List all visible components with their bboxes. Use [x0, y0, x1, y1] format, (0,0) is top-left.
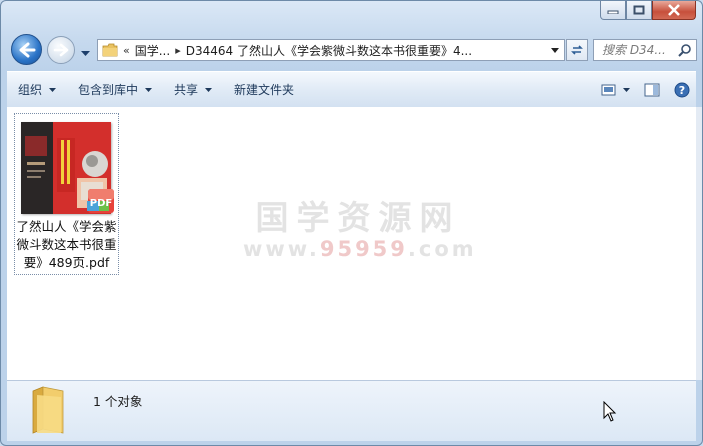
explorer-window: « 国学... ▸ D34464 了然山人《学会紫微斗数这本书很重要》4... …	[0, 0, 703, 446]
organize-label: 组织	[18, 83, 43, 97]
file-name-label: 了然山人《学会紫微斗数这本书很重要》489页.pdf	[16, 219, 117, 270]
breadcrumb-item-guoxue[interactable]: 国学...	[135, 42, 170, 59]
item-count: 1 个对象	[93, 394, 143, 409]
new-folder-label: 新建文件夹	[234, 83, 295, 97]
refresh-icon	[571, 45, 583, 55]
navigation-bar: « 国学... ▸ D34464 了然山人《学会紫微斗数这本书很重要》4...	[7, 31, 697, 69]
share-label: 共享	[174, 83, 199, 97]
toolbar-right: ?	[587, 72, 690, 107]
help-icon: ?	[674, 82, 690, 97]
close-button[interactable]	[652, 1, 696, 20]
help-button[interactable]: ?	[674, 82, 690, 98]
watermark-url-prefix: www.	[243, 237, 320, 261]
organize-menu[interactable]: 组织	[7, 72, 67, 107]
pdf-icon: PDF	[87, 189, 114, 213]
chevron-down-icon	[205, 87, 213, 92]
preview-pane-button[interactable]	[644, 83, 660, 97]
back-button[interactable]	[11, 34, 42, 65]
chevron-down-icon	[49, 87, 57, 92]
chevron-down-icon	[623, 87, 630, 92]
chevron-down-icon	[81, 51, 90, 56]
share-menu[interactable]: 共享	[163, 72, 223, 107]
address-bar[interactable]: « 国学... ▸ D34464 了然山人《学会紫微斗数这本书很重要》4...	[97, 39, 565, 61]
forward-arrow-icon	[53, 43, 69, 57]
refresh-button[interactable]	[566, 39, 588, 61]
search-input[interactable]	[600, 42, 682, 58]
folder-icon	[102, 43, 118, 57]
breadcrumb-separator-icon[interactable]: ▸	[175, 44, 181, 57]
mouse-pointer-icon	[603, 401, 617, 422]
file-item[interactable]: PDF 了然山人《学会紫微斗数这本书很重要》489页.pdf	[14, 113, 119, 275]
search-icon[interactable]	[678, 43, 692, 57]
include-in-library-menu[interactable]: 包含到库中	[67, 72, 163, 107]
view-options-icon	[601, 84, 616, 95]
command-bar: 组织 包含到库中 共享 新建文件夹 ?	[7, 71, 696, 108]
content-edge	[696, 107, 702, 380]
breadcrumb-item-current[interactable]: D34464 了然山人《学会紫微斗数这本书很重要》4...	[186, 42, 472, 59]
preview-pane-icon	[644, 83, 660, 96]
details-pane: 1 个对象	[7, 380, 696, 441]
folder-icon	[32, 386, 64, 434]
maximize-icon	[633, 5, 645, 15]
address-dropdown-button[interactable]	[546, 40, 564, 60]
caption-buttons	[600, 1, 696, 21]
chevron-down-icon	[551, 47, 559, 53]
pdf-badge-label: PDF	[90, 198, 112, 209]
search-box[interactable]	[593, 39, 697, 61]
include-in-library-label: 包含到库中	[78, 83, 139, 97]
watermark-url-num: 95959	[319, 237, 408, 261]
minimize-button[interactable]	[600, 1, 626, 20]
maximize-button[interactable]	[626, 1, 652, 20]
watermark-url-suffix: .com	[407, 237, 477, 261]
file-list[interactable]: 国学资源网 www.95959.com PDF 了然山人《学会紫微斗数这本书很重…	[7, 107, 696, 380]
view-options-button[interactable]	[601, 84, 630, 96]
forward-button[interactable]	[47, 36, 75, 64]
svg-text:?: ?	[679, 84, 685, 97]
recent-pages-button[interactable]	[81, 46, 90, 60]
watermark-title: 国学资源网	[255, 198, 461, 237]
minimize-icon	[607, 10, 619, 14]
back-arrow-icon	[19, 42, 35, 57]
new-folder-button[interactable]: 新建文件夹	[223, 72, 305, 107]
watermark-url: www.95959.com	[243, 237, 474, 261]
watermark: 国学资源网 www.95959.com	[243, 191, 474, 261]
chevron-down-icon	[145, 87, 153, 92]
close-icon	[668, 4, 680, 16]
breadcrumb-overflow[interactable]: «	[123, 44, 130, 57]
